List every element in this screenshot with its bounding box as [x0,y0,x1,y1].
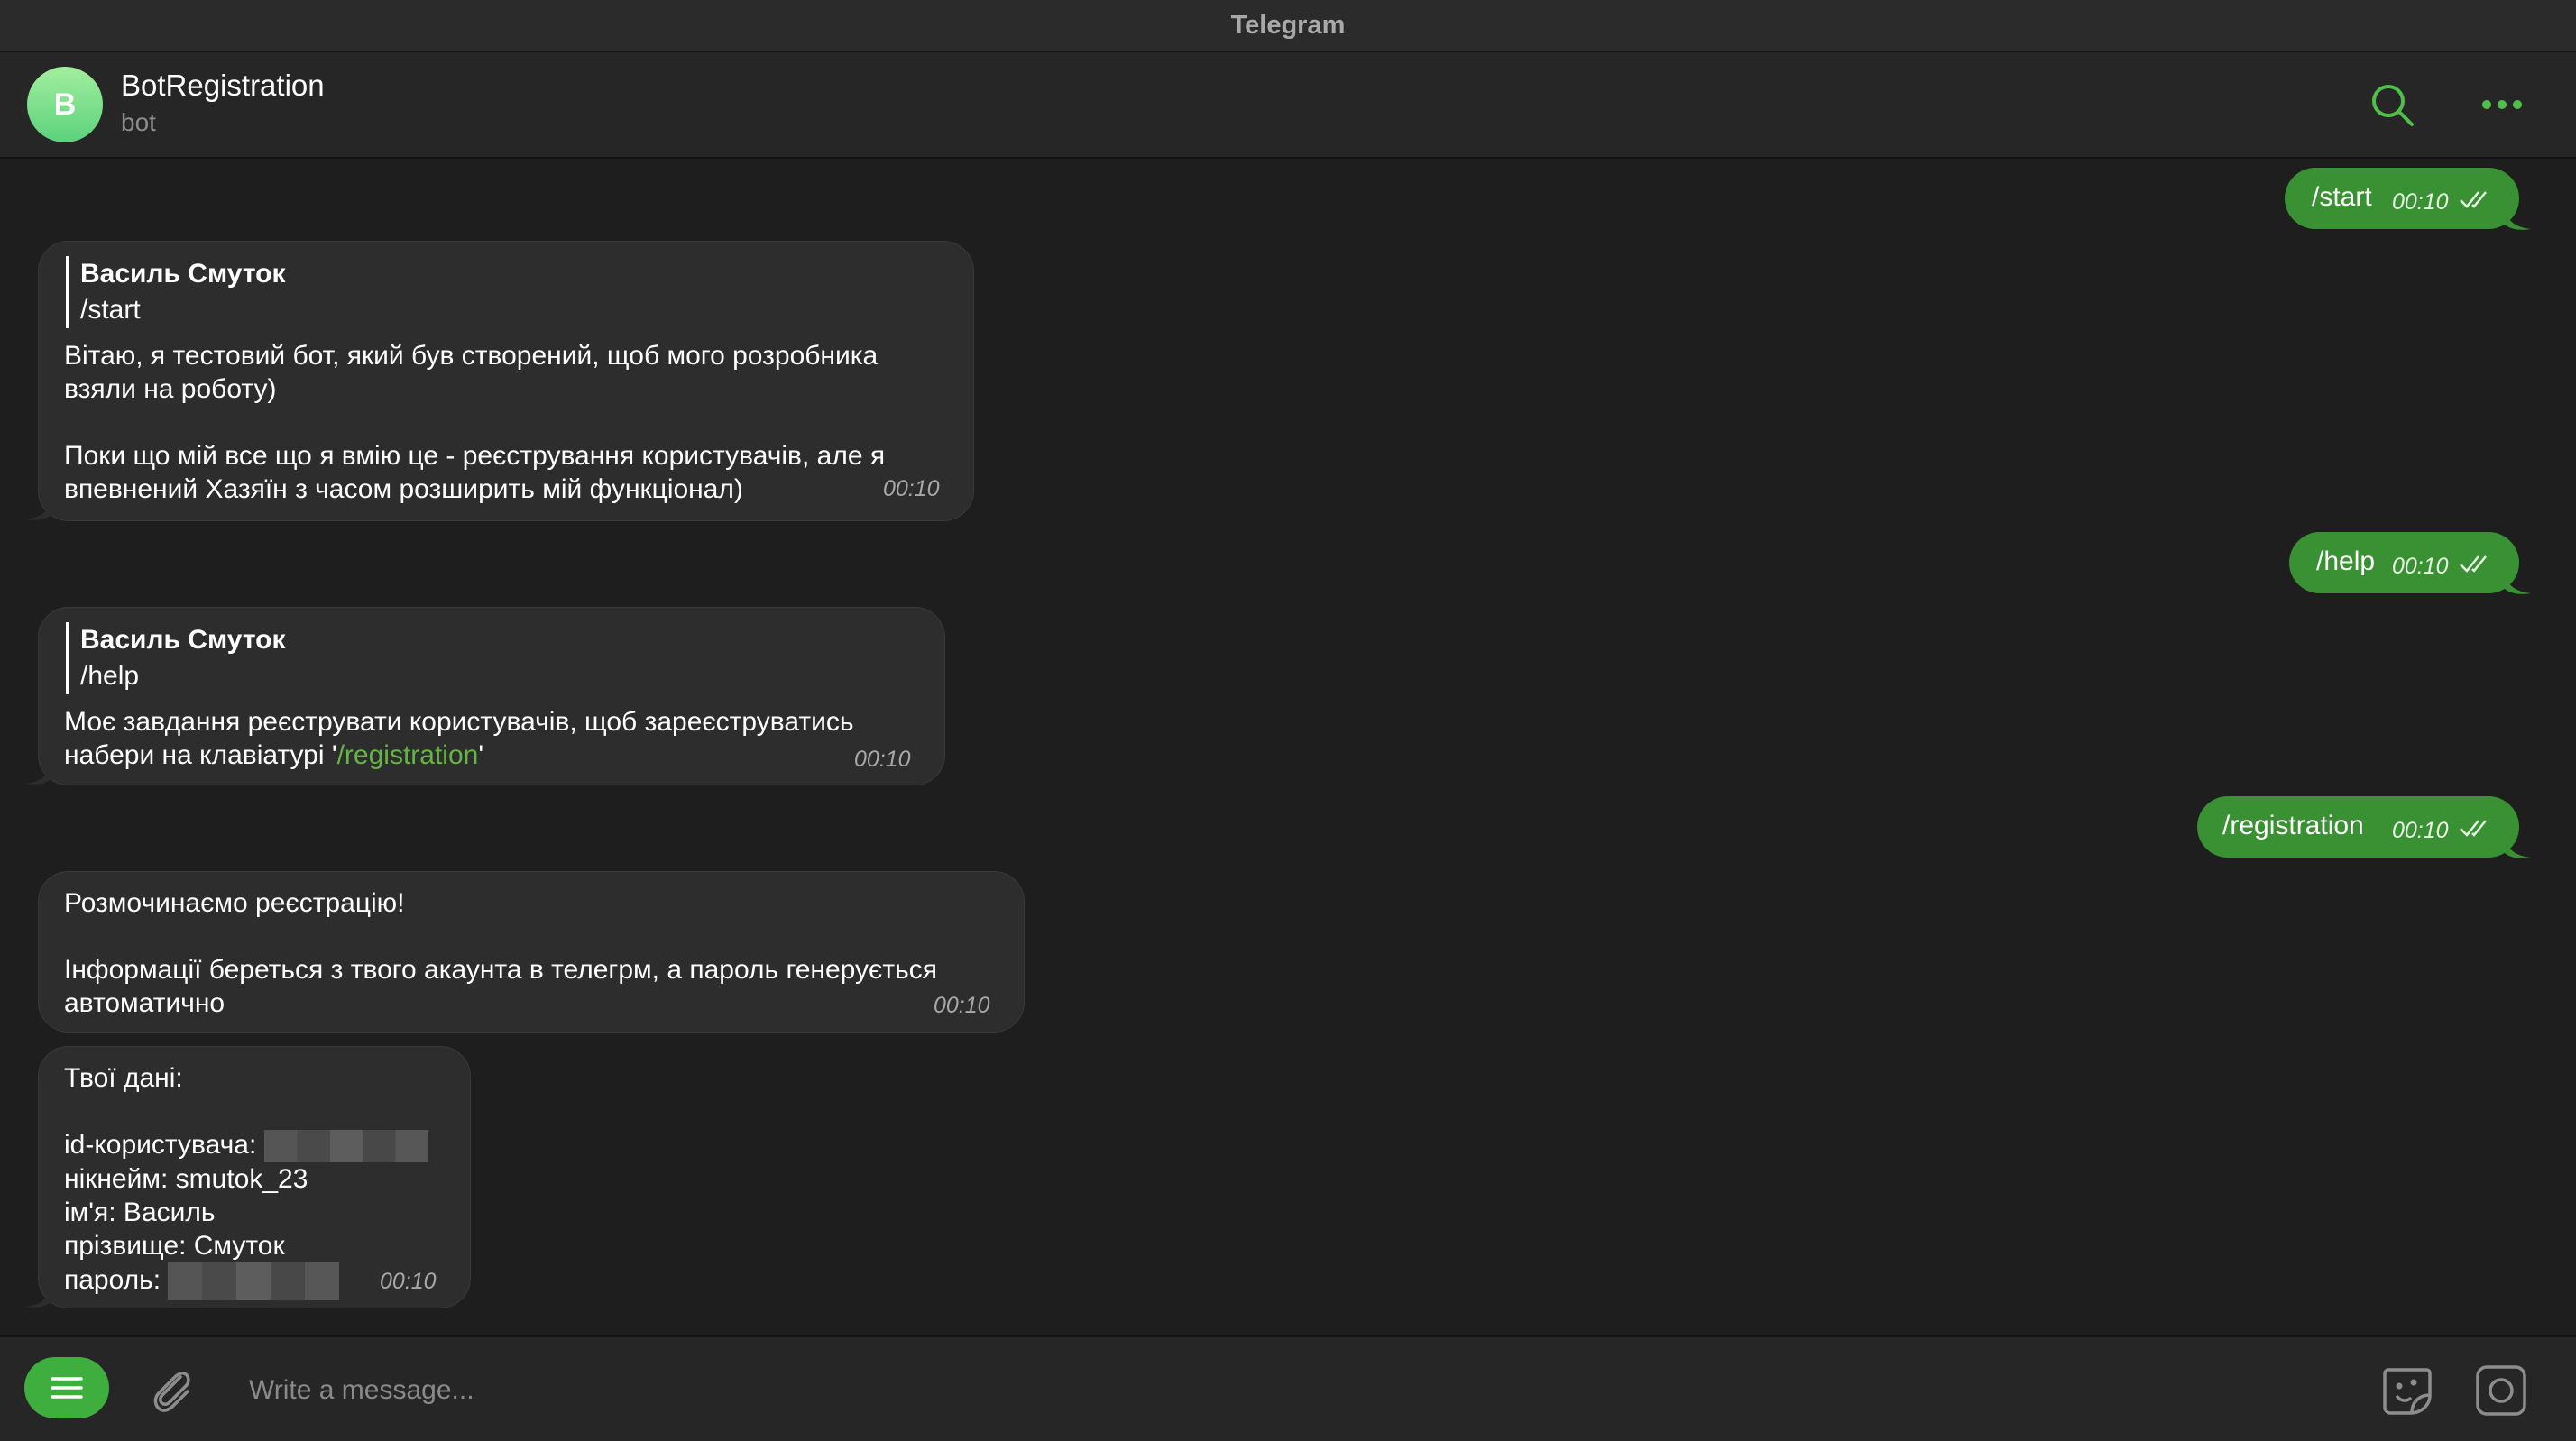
more-icon [2482,100,2522,109]
reply-author: Василь Смуток [80,259,286,289]
attach-button[interactable] [144,1363,198,1417]
bubble-tail [25,1283,52,1308]
id-label: id-користувача: [64,1130,264,1160]
search-button[interactable] [2365,78,2419,132]
message-time: 00:10 [934,993,990,1018]
message-time: 00:10 [380,1269,437,1294]
message-text: /start [2312,182,2372,212]
sticker-button[interactable] [2379,1363,2435,1418]
camera-icon [2476,1365,2526,1416]
message-list[interactable]: /start 00:10 Василь Смуток /start Вітаю,… [0,159,2576,1335]
message-incoming[interactable]: Василь Смуток /start Вітаю, я тестовий б… [38,241,974,521]
data-line-surname: прізвище: Смуток [64,1231,285,1262]
chat-status: bot [121,108,156,136]
message-time: 00:10 [883,476,940,501]
data-line-name: ім'я: Василь [64,1198,216,1228]
reply-quote[interactable]: Василь Смуток /help [66,622,919,694]
bubble-tail [25,760,52,785]
data-line-id: id-користувача: [64,1128,445,1163]
reply-author: Василь Смуток [80,625,286,655]
sticker-icon [2383,1368,2432,1415]
bubble-tail [2504,206,2531,230]
avatar[interactable]: B [27,67,103,142]
message-time: 00:10 [2392,189,2449,215]
redacted-password [168,1262,340,1301]
double-check-icon [2460,191,2487,208]
search-icon [2372,85,2414,126]
message-incoming[interactable]: Василь Смуток /help Моє завдання реєстру… [38,607,945,785]
message-time: 00:10 [2392,818,2449,843]
chat-name[interactable]: BotRegistration [121,69,325,103]
reply-quote[interactable]: Василь Смуток /start [66,256,948,328]
message-text-prefix: набери на клавіатурі ' [64,740,337,770]
bubble-tail [2504,570,2531,594]
reply-text: /start [80,295,141,325]
message-time: 00:10 [854,747,911,772]
message-text: Розмочинаємо реєстрацію! Інформації бере… [64,888,937,1018]
message-composer [0,1335,2576,1441]
double-check-icon [2460,820,2487,837]
message-text-line: Моє завдання реєструвати користувачів, щ… [64,707,854,737]
data-title: Твої дані: [64,1063,183,1093]
password-label: пароль: [64,1265,169,1295]
message-incoming[interactable]: Твої дані: id-користувача: нікнейм: smut… [38,1046,471,1308]
message-text: Вітаю, я тестовий бот, який був створени… [64,341,886,504]
camera-button[interactable] [2473,1363,2529,1418]
registration-command-link[interactable]: /registration [337,740,479,770]
reply-text: /help [80,661,140,691]
message-outgoing[interactable]: /registration 00:10 [2197,796,2519,858]
more-button[interactable] [2475,78,2529,132]
message-outgoing[interactable]: /start 00:10 [2285,168,2519,229]
message-text-suffix: ' [478,740,484,770]
bubble-tail [2504,834,2531,858]
bubble-tail [25,496,52,520]
window-title: Telegram [1230,11,1346,40]
message-text: /registration [2222,811,2364,840]
menu-icon [51,1377,83,1399]
data-line-nickname: нікнейм: smutok_23 [64,1164,308,1195]
message-input[interactable] [247,1364,2325,1417]
bot-menu-button[interactable] [24,1357,109,1418]
double-check-icon [2460,555,2487,573]
paperclip-icon [153,1372,190,1412]
avatar-letter: B [53,87,77,122]
message-text-line: набери на клавіатурі '/registration' [64,739,919,772]
window-title-bar: Telegram [0,0,2576,52]
message-outgoing[interactable]: /help 00:10 [2289,532,2519,593]
message-time: 00:10 [2392,554,2449,579]
message-text: /help [2316,546,2376,576]
chat-header: B BotRegistration bot [0,52,2576,159]
redacted-id [263,1130,428,1163]
message-incoming[interactable]: Розмочинаємо реєстрацію! Інформації бере… [38,871,1025,1033]
